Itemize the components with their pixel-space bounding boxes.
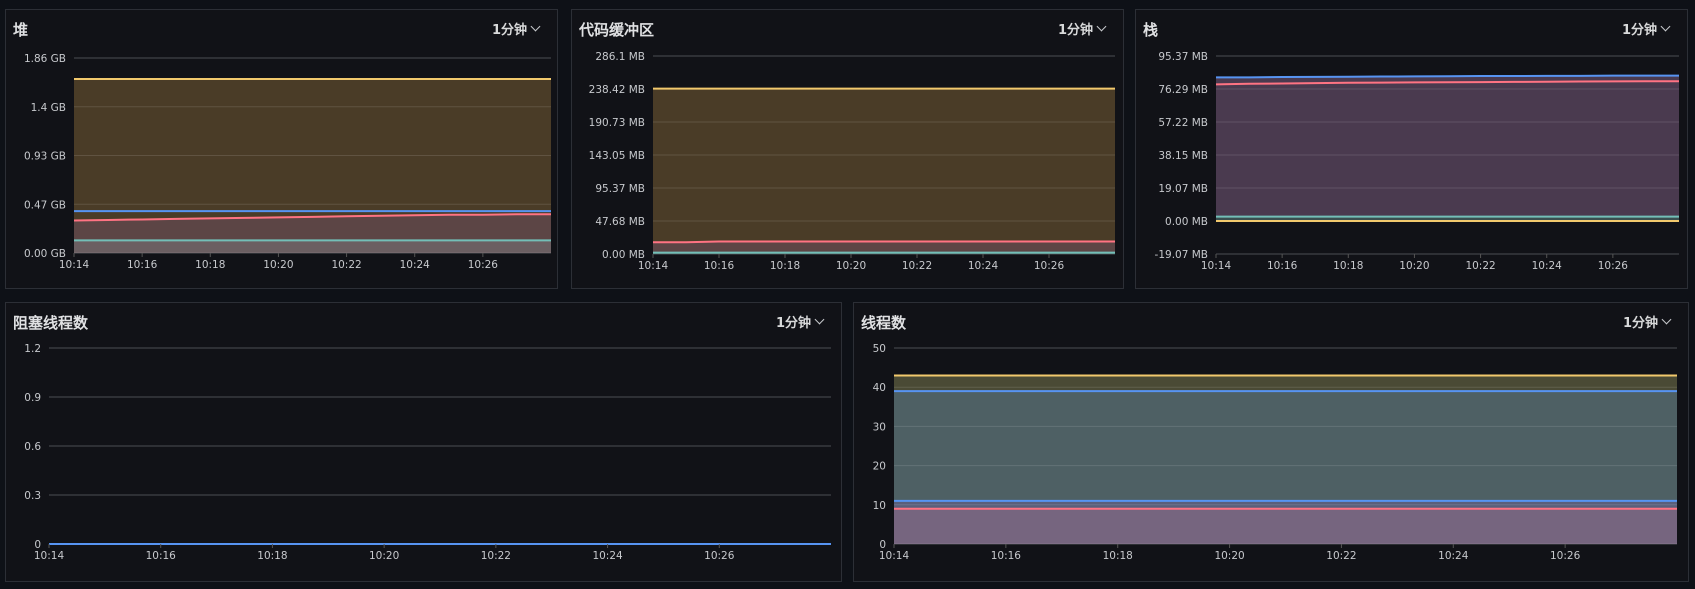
y-tick-label: 190.73 MB xyxy=(589,117,645,129)
x-tick-label: 10:18 xyxy=(195,259,225,271)
y-tick-label: 1.4 GB xyxy=(31,102,66,114)
y-tick-label: 38.15 MB xyxy=(1158,150,1208,162)
series-area xyxy=(653,88,1115,254)
x-tick-label: 10:18 xyxy=(1103,550,1133,562)
y-tick-label: 0.3 xyxy=(24,490,41,502)
y-tick-label: 0.9 xyxy=(24,392,41,404)
series-line xyxy=(653,240,1115,244)
x-tick-label: 10:22 xyxy=(331,259,361,271)
y-tick-label: 1.86 GB xyxy=(24,53,66,65)
x-tick-label: 10:16 xyxy=(146,550,177,562)
x-tick-label: 10:18 xyxy=(1333,260,1363,272)
x-tick-label: 10:26 xyxy=(468,259,499,271)
x-tick-label: 10:26 xyxy=(704,550,735,562)
y-tick-label: 76.29 MB xyxy=(1158,84,1208,96)
x-tick-label: 10:18 xyxy=(770,260,800,272)
x-tick-label: 10:20 xyxy=(369,550,399,562)
series-area xyxy=(74,240,551,253)
x-tick-label: 10:22 xyxy=(481,550,511,562)
y-tick-label: 1.2 xyxy=(24,343,41,355)
y-tick-label: 57.22 MB xyxy=(1158,117,1208,129)
y-tick-label: 238.42 MB xyxy=(589,84,645,96)
y-tick-label: 19.07 MB xyxy=(1158,183,1208,195)
blocked-threads-chart: 00.30.60.91.210:14 10:16 10:18 10:20 10:22 10… xyxy=(24,343,831,562)
y-tick-label: 20 xyxy=(873,461,886,473)
x-tick-label: 10:16 xyxy=(704,260,735,272)
y-tick-label: 143.05 MB xyxy=(589,150,645,162)
threads-chart: 0102030405010:14 10:16 10:18 10:20 10:22 10:2… xyxy=(873,343,1677,562)
y-tick-label: 0.00 MB xyxy=(1165,216,1208,228)
x-tick-label: 10:24 xyxy=(400,259,431,271)
code-cache-panel: 代码缓冲区 1分钟 0.00 MB 47.68 MB 95.37 MB 143.05 … xyxy=(571,9,1124,289)
x-tick-label: 10:20 xyxy=(1399,260,1429,272)
x-tick-label: 10:24 xyxy=(592,550,623,562)
x-tick-label: 10:24 xyxy=(1532,260,1563,272)
y-tick-label: 95.37 MB xyxy=(595,183,645,195)
x-tick-label: 10:16 xyxy=(991,550,1022,562)
x-tick-label: 10:26 xyxy=(1550,550,1581,562)
blocked-threads-panel: 阻塞线程数 1分钟 0 0.3 0.6 0.9 1.2 10:14 10:16 10:18 10… xyxy=(5,302,842,582)
x-tick-label: 10:24 xyxy=(968,260,999,272)
x-tick-label: 10:20 xyxy=(263,259,293,271)
y-tick-label: 40 xyxy=(873,382,886,394)
y-tick-label: 286.1 MB xyxy=(595,51,645,63)
threads-panel: 线程数 1分钟 0 10 20 30 40 50 10:14 10:16 10:18 10:20 1… xyxy=(853,302,1689,582)
x-tick-label: 10:22 xyxy=(902,260,932,272)
series-area xyxy=(894,508,1677,544)
x-tick-label: 10:16 xyxy=(1267,260,1298,272)
x-tick-label: 10:14 xyxy=(59,259,90,271)
stack-chart: -19.07 MB0.00 MB19.07 MB38.15 MB57.22 MB… xyxy=(1155,51,1679,272)
y-tick-label: 0.6 xyxy=(24,441,41,453)
heap-panel: 堆 1分钟 0.00 GB 0.47 GB 0.93 GB 1.4 GB 1.86 GB… xyxy=(5,9,558,289)
x-tick-label: 10:22 xyxy=(1326,550,1356,562)
stack-panel: 栈 1分钟 -19.07 MB 0.00 MB 19.07 MB 38.15 MB 57… xyxy=(1135,9,1688,289)
x-tick-label: 10:20 xyxy=(836,260,866,272)
x-tick-label: 10:18 xyxy=(257,550,287,562)
y-tick-label: 10 xyxy=(873,500,886,512)
y-tick-label: 0.93 GB xyxy=(24,151,66,163)
x-tick-label: 10:20 xyxy=(1214,550,1244,562)
x-tick-label: 10:26 xyxy=(1598,260,1629,272)
x-tick-label: 10:26 xyxy=(1034,260,1065,272)
x-tick-label: 10:14 xyxy=(34,550,65,562)
y-tick-label: 30 xyxy=(873,421,886,433)
code-cache-chart: 0.00 MB47.68 MB95.37 MB143.05 MB190.73 M… xyxy=(589,51,1115,272)
x-tick-label: 10:24 xyxy=(1438,550,1469,562)
y-tick-label: 50 xyxy=(873,343,886,355)
x-tick-label: 10:22 xyxy=(1465,260,1495,272)
heap-chart: 0.00 GB0.47 GB0.93 GB1.4 GB1.86 GB10:14 1… xyxy=(24,53,551,271)
y-tick-label: 95.37 MB xyxy=(1158,51,1208,63)
x-tick-label: 10:14 xyxy=(638,260,669,272)
y-tick-label: 47.68 MB xyxy=(595,216,645,228)
x-tick-label: 10:16 xyxy=(127,259,158,271)
y-tick-label: 0.47 GB xyxy=(24,199,66,211)
series-area xyxy=(1216,81,1679,222)
x-tick-label: 10:14 xyxy=(879,550,910,562)
x-tick-label: 10:14 xyxy=(1201,260,1232,272)
